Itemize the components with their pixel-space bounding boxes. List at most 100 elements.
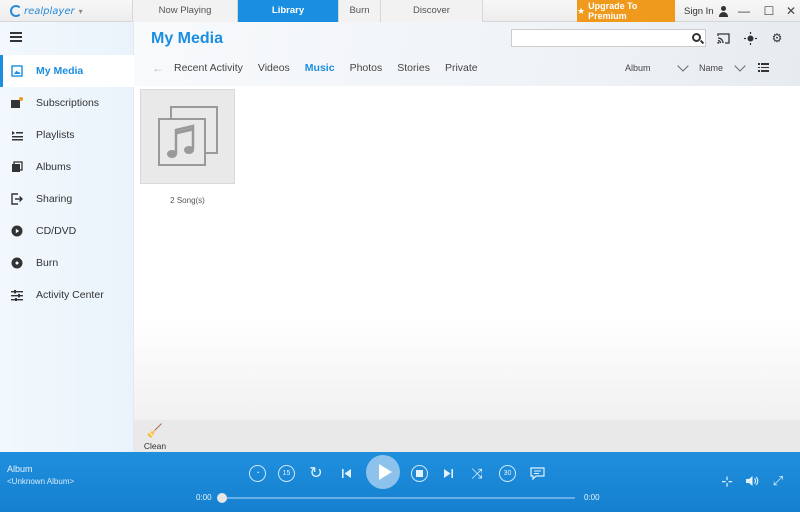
close-button[interactable]: ✕ <box>780 0 800 22</box>
lyrics-button[interactable] <box>528 464 546 482</box>
maximize-icon: ☐ <box>763 4 775 18</box>
sidebar-item-activity-center[interactable]: Activity Center <box>0 279 134 311</box>
add-to-playlist-button[interactable]: ⊹ <box>719 473 735 489</box>
repeat-button[interactable]: ↻ <box>307 464 325 482</box>
search-box <box>511 29 706 47</box>
shuffle-icon: ⤨ <box>471 464 483 481</box>
nav-videos[interactable]: Videos <box>258 62 290 74</box>
logo-text: realplayer <box>24 5 75 17</box>
elapsed-time: 0:00 <box>196 493 212 502</box>
page-title: My Media <box>151 30 224 47</box>
seek-handle[interactable] <box>217 493 227 503</box>
playlists-icon <box>10 129 23 142</box>
list-view-icon[interactable] <box>758 63 769 72</box>
sidebar-item-label: Playlists <box>36 129 75 141</box>
sidebar-item-sharing[interactable]: Sharing <box>0 183 134 215</box>
group-by-dropdown[interactable]: Album <box>625 63 651 73</box>
user-icon <box>718 5 729 17</box>
sort-by-dropdown[interactable]: Name <box>699 63 723 73</box>
albums-icon <box>10 161 23 174</box>
nav-photos[interactable]: Photos <box>350 62 383 74</box>
hamburger-menu-icon[interactable] <box>10 32 22 42</box>
sign-in-button[interactable]: Sign In <box>684 0 729 22</box>
minimize-icon: — <box>738 4 750 18</box>
sidebar-item-cd-dvd[interactable]: CD/DVD <box>0 215 134 247</box>
clean-label: Clean <box>143 441 167 451</box>
upgrade-button[interactable]: ★ Upgrade To Premium <box>577 0 675 22</box>
player-bar: Album <Unknown Album> ◔ 15 ↻ ⤨ 30 0:00 0… <box>0 452 800 512</box>
speedometer-icon: ◔ <box>255 470 260 477</box>
stop-button[interactable] <box>411 465 428 482</box>
sidebar-item-label: Burn <box>36 257 59 269</box>
album-tile[interactable] <box>140 89 235 184</box>
music-note-icon <box>158 106 218 166</box>
stop-icon <box>416 470 423 477</box>
clean-button[interactable]: 🧹 Clean <box>143 423 167 451</box>
playback-speed-button[interactable]: ◔ <box>249 465 266 482</box>
tab-now-playing[interactable]: Now Playing <box>132 0 237 22</box>
shuffle-button[interactable]: ⤨ <box>468 464 486 482</box>
nav-private[interactable]: Private <box>445 62 478 74</box>
next-track-icon <box>443 468 453 478</box>
disc-icon <box>10 225 23 238</box>
tab-burn[interactable]: Burn <box>338 0 380 22</box>
expand-icon: ⤢ <box>772 473 784 488</box>
search-icon[interactable] <box>692 33 701 42</box>
sidebar-item-subscriptions[interactable]: Subscriptions <box>0 87 134 119</box>
sidebar-item-label: Activity Center <box>36 289 104 301</box>
realplayer-logo-icon <box>10 5 22 17</box>
nav-music[interactable]: Music <box>305 62 335 74</box>
search-input[interactable] <box>512 30 682 46</box>
volume-icon <box>746 476 759 486</box>
sign-in-label: Sign In <box>684 5 714 17</box>
sidebar-item-label: CD/DVD <box>36 225 77 237</box>
skip-forward-icon: 30 <box>503 470 512 477</box>
nav-stories[interactable]: Stories <box>397 62 430 74</box>
previous-track-icon <box>341 468 351 478</box>
total-time: 0:00 <box>584 493 600 502</box>
main-tabs: Now Playing Library Burn Discover <box>132 0 483 22</box>
sidebar-item-label: Albums <box>36 161 72 173</box>
cast-icon[interactable] <box>716 31 730 45</box>
gear-icon[interactable]: ⚙ <box>770 31 784 45</box>
sliders-icon <box>10 289 23 302</box>
tab-library[interactable]: Library <box>237 0 338 22</box>
upgrade-label: Upgrade To Premium <box>588 1 638 21</box>
now-playing-album-value: <Unknown Album> <box>7 477 75 486</box>
fullscreen-button[interactable]: ⤢ <box>770 473 786 489</box>
previous-button[interactable] <box>338 465 354 481</box>
volume-button[interactable] <box>744 473 760 489</box>
sidebar-item-albums[interactable]: Albums <box>0 151 134 183</box>
subscriptions-icon <box>10 97 23 110</box>
maximize-button[interactable]: ☐ <box>758 0 780 22</box>
realplayer-logo[interactable]: realplayer ▾ <box>10 4 83 18</box>
burn-icon <box>10 257 23 270</box>
album-song-count: 2 Song(s) <box>170 196 205 205</box>
tab-discover[interactable]: Discover <box>380 0 483 22</box>
bottom-action-bar <box>134 420 800 452</box>
skip-forward-button[interactable]: 30 <box>499 465 516 482</box>
chevron-down-icon: ▾ <box>78 6 83 16</box>
sidebar-item-my-media[interactable]: My Media <box>0 55 134 87</box>
skip-back-button[interactable]: 15 <box>278 465 295 482</box>
nav-recent-activity[interactable]: Recent Activity <box>174 62 243 74</box>
playlist-add-icon: ⊹ <box>721 472 733 489</box>
speech-bubble-icon <box>529 466 545 480</box>
back-arrow-icon[interactable]: ← <box>152 61 164 75</box>
sharing-icon <box>10 193 23 206</box>
media-filter-nav: ← Recent Activity Videos Music Photos St… <box>152 61 493 75</box>
close-icon: ✕ <box>785 4 797 18</box>
sidebar-item-playlists[interactable]: Playlists <box>0 119 134 151</box>
sidebar-item-burn[interactable]: Burn <box>0 247 134 279</box>
now-playing-album-label: Album <box>7 464 33 474</box>
sidebar-item-label: Sharing <box>36 193 73 205</box>
broom-icon: 🧹 <box>146 423 164 438</box>
play-button[interactable] <box>366 455 400 489</box>
sidebar-item-label: My Media <box>36 65 84 77</box>
next-button[interactable] <box>440 465 456 481</box>
sidebar-item-label: Subscriptions <box>36 97 100 109</box>
star-icon: ★ <box>577 5 586 16</box>
brightness-icon[interactable] <box>743 31 757 45</box>
seek-track[interactable] <box>220 497 575 499</box>
minimize-button[interactable]: — <box>733 0 755 22</box>
